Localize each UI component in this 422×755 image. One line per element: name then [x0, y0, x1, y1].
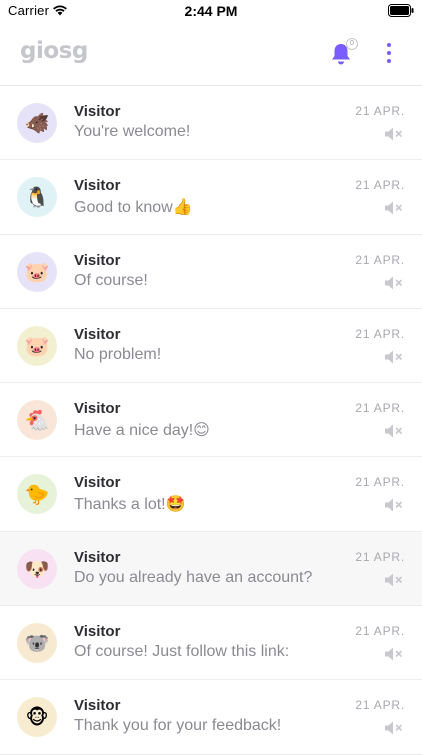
- message-date: 21 APR.: [355, 698, 405, 713]
- visitor-name: Visitor: [74, 548, 121, 566]
- message-date: 21 APR.: [355, 401, 405, 416]
- conversation-list: 🐗 Visitor You're welcome! 21 APR. 🐧 Visi…: [0, 86, 422, 755]
- notifications-button[interactable]: 0: [328, 38, 358, 68]
- message-date: 21 APR.: [355, 252, 405, 267]
- visitor-avatar: 🐷: [17, 251, 57, 292]
- last-message: Thank you for your feedback!: [74, 717, 282, 735]
- conversation-row[interactable]: 🐤 Visitor Thanks a lot!🤩 21 APR.: [0, 457, 422, 532]
- app-logo: giosg: [20, 38, 88, 64]
- conversation-row[interactable]: 🐧 Visitor Good to know👍 21 APR.: [0, 160, 422, 235]
- last-message: Good to know👍: [74, 199, 193, 217]
- muted-speaker-icon: [385, 350, 402, 364]
- message-date: 21 APR.: [355, 624, 405, 639]
- muted-speaker-icon: [385, 498, 402, 512]
- kebab-dot: [387, 43, 391, 47]
- last-message: Have a nice day!😊: [74, 422, 210, 440]
- visitor-avatar: 🐵: [17, 697, 57, 738]
- last-message: Thanks a lot!🤩: [74, 496, 186, 514]
- status-time: 2:44 PM: [184, 3, 238, 19]
- visitor-name: Visitor: [74, 103, 121, 120]
- visitor-name: Visitor: [74, 400, 121, 418]
- last-message: No problem!: [74, 345, 162, 363]
- notification-badge: 0: [346, 38, 358, 50]
- message-date: 21 APR.: [355, 475, 405, 490]
- muted-speaker-icon: [385, 573, 402, 587]
- battery-icon: [388, 4, 414, 17]
- muted-speaker-icon: [385, 201, 402, 215]
- message-date: 21 APR.: [355, 326, 405, 341]
- visitor-avatar: 🐤: [17, 474, 57, 515]
- app-header: giosg 0: [0, 22, 422, 86]
- visitor-name: Visitor: [74, 177, 121, 195]
- visitor-name: Visitor: [74, 251, 121, 269]
- visitor-name: Visitor: [74, 623, 121, 641]
- muted-speaker-icon: [385, 721, 402, 735]
- visitor-name: Visitor: [74, 697, 121, 715]
- kebab-dot: [387, 59, 391, 63]
- visitor-name: Visitor: [74, 474, 121, 492]
- visitor-name: Visitor: [74, 325, 121, 343]
- last-message: Of course! Just follow this link:: [74, 643, 290, 661]
- message-date: 21 APR.: [355, 549, 405, 564]
- conversation-row[interactable]: 🐷 Visitor Of course! 21 APR.: [0, 234, 422, 309]
- visitor-avatar: 🐗: [17, 103, 57, 143]
- message-date: 21 APR.: [355, 104, 405, 118]
- last-message: You're welcome!: [74, 123, 191, 140]
- conversation-row[interactable]: 🐵 Visitor Thank you for your feedback! 2…: [0, 680, 422, 755]
- status-bar: Carrier 2:44 PM: [0, 0, 422, 22]
- kebab-dot: [387, 51, 391, 55]
- visitor-avatar: 🐷: [17, 325, 57, 366]
- conversation-row[interactable]: 🐔 Visitor Have a nice day!😊 21 APR.: [0, 383, 422, 458]
- conversation-row[interactable]: 🐷 Visitor No problem! 21 APR.: [0, 308, 422, 384]
- last-message: Do you already have an account?: [74, 568, 313, 586]
- visitor-avatar: 🐶: [17, 548, 57, 589]
- last-message: Of course!: [74, 271, 148, 289]
- visitor-avatar: 🐧: [17, 177, 57, 218]
- muted-speaker-icon: [385, 647, 402, 661]
- message-date: 21 APR.: [355, 178, 405, 193]
- more-options-button[interactable]: [383, 43, 395, 65]
- conversation-row[interactable]: 🐨 Visitor Of course! Just follow this li…: [0, 606, 422, 681]
- muted-speaker-icon: [385, 276, 402, 290]
- muted-speaker-icon: [385, 127, 402, 141]
- conversation-row[interactable]: 🐶 Visitor Do you already have an account…: [0, 531, 422, 607]
- conversation-row[interactable]: 🐗 Visitor You're welcome! 21 APR.: [0, 86, 422, 161]
- visitor-avatar: 🐨: [17, 623, 57, 664]
- muted-speaker-icon: [385, 424, 402, 438]
- visitor-avatar: 🐔: [17, 400, 57, 441]
